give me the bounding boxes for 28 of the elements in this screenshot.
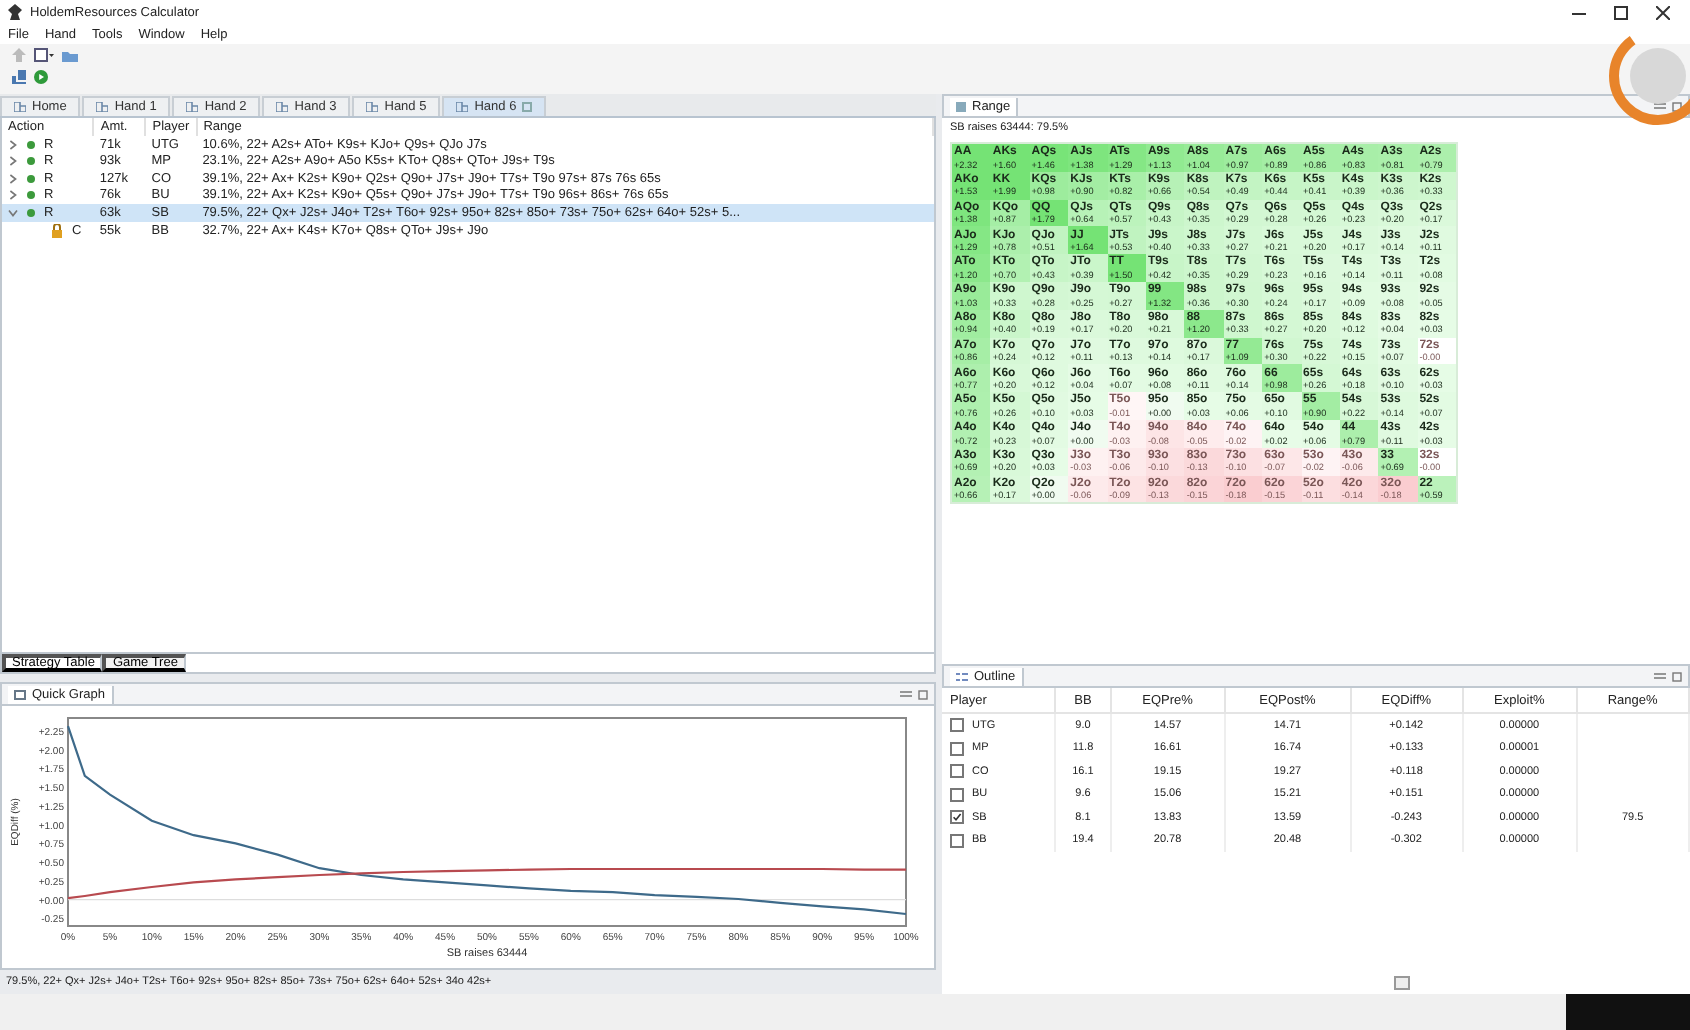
checkbox[interactable]: [950, 787, 964, 802]
lock-icon: [50, 223, 64, 238]
hand-icon: [96, 101, 109, 112]
save-icon[interactable]: [12, 70, 26, 84]
outline-icon: [956, 671, 968, 681]
hand-icon: [276, 101, 289, 112]
hand-icon: [14, 101, 26, 112]
checkbox[interactable]: [950, 718, 964, 733]
checkbox[interactable]: [950, 741, 964, 756]
checkbox[interactable]: [950, 833, 964, 848]
checkbox[interactable]: [950, 810, 964, 825]
maximize-icon[interactable]: [1614, 5, 1628, 19]
hand-icon: [366, 101, 379, 112]
app-icon: [8, 4, 22, 20]
play-icon[interactable]: [34, 70, 48, 84]
status-dot-icon: [26, 139, 36, 150]
hand-icon: [186, 101, 199, 112]
folder-icon[interactable]: [62, 48, 78, 62]
checkbox[interactable]: [950, 764, 964, 779]
status-dot-icon: [26, 190, 36, 201]
document-icon[interactable]: [34, 48, 54, 62]
status-dot-icon: [26, 156, 36, 167]
status-dot-icon: [26, 208, 36, 219]
hand-icon: [456, 101, 469, 112]
graph-icon: [14, 689, 26, 700]
status-dot-icon: [26, 173, 36, 184]
grid-icon: [956, 101, 966, 111]
overlay-panel: [1566, 994, 1690, 1030]
